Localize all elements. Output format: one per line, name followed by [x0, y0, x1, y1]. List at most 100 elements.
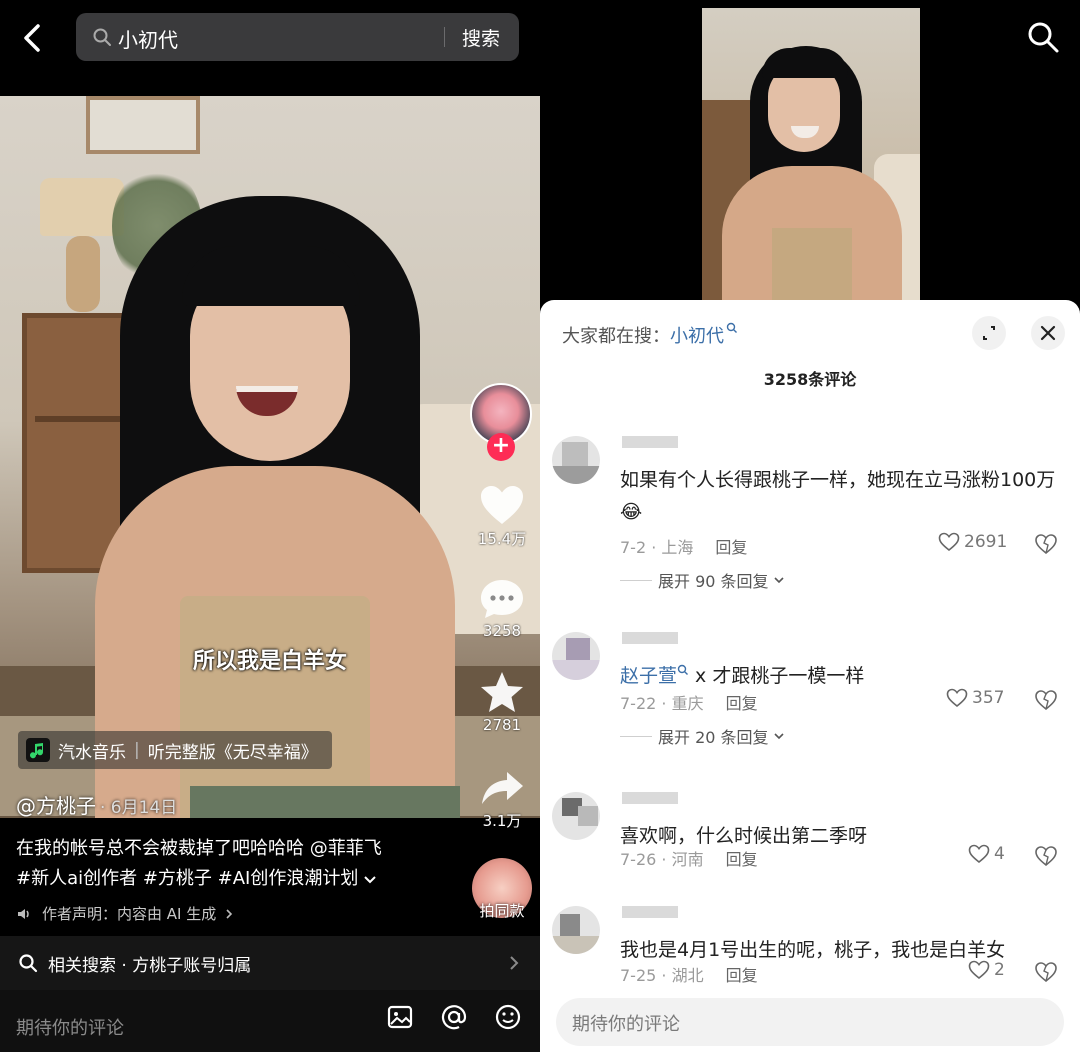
comment-button[interactable]: 3258 — [470, 578, 534, 640]
lamp-base — [66, 236, 100, 312]
image-icon[interactable] — [386, 1003, 414, 1031]
favorite-count: 2781 — [482, 716, 522, 734]
mention-link[interactable]: 赵子萱 — [620, 665, 677, 687]
commenter-name-blurred[interactable] — [622, 632, 678, 644]
search-icon — [677, 664, 689, 675]
commenter-avatar[interactable] — [552, 436, 600, 484]
expand-replies-button[interactable]: 展开 20 条回复 — [620, 724, 786, 748]
expand-replies-button[interactable]: 展开 90 条回复 — [620, 568, 786, 592]
hot-search[interactable]: 大家都在搜：小初代 — [562, 322, 738, 348]
dislike-icon[interactable] — [1034, 689, 1058, 711]
follow-button[interactable]: + — [487, 433, 515, 461]
left-pane: 小初代 搜索 所以我是白羊女 + 15.4万 3258 2781 3.1万 拍同… — [0, 0, 540, 1052]
search-query[interactable]: 小初代 — [118, 24, 178, 53]
emoji-icon[interactable] — [494, 1003, 522, 1031]
comment-text-body: x 才跟桃子一模一样 — [689, 665, 865, 687]
music-listen-full[interactable]: 听完整版《无尽幸福》 — [148, 738, 318, 763]
comment-input[interactable]: 期待你的评论 — [16, 1014, 124, 1040]
author-declaration[interactable]: 作者声明：内容由 AI 生成 — [16, 903, 236, 924]
dislike-icon[interactable] — [1034, 961, 1058, 983]
comment-like-count: 4 — [994, 844, 1005, 864]
music-note-icon — [26, 738, 50, 762]
expand-button[interactable] — [972, 316, 1006, 350]
commenter-avatar[interactable] — [552, 632, 600, 680]
caption-line-2[interactable]: #新人ai创作者 #方桃子 #AI创作浪潮计划 — [16, 864, 358, 894]
commenter-name-blurred[interactable] — [622, 792, 678, 804]
like-count: 15.4万 — [477, 530, 527, 548]
music-app-name: 汽水音乐 — [58, 742, 126, 763]
comment-like-button[interactable]: 2691 — [938, 532, 1007, 552]
commenter-avatar[interactable] — [552, 792, 600, 840]
dislike-icon[interactable] — [1034, 845, 1058, 867]
video-caption: 在我的帐号总不会被裁掉了吧哈哈哈 @菲菲飞 #新人ai创作者 #方桃子 #AI创… — [0, 818, 470, 894]
comment-like-button[interactable]: 4 — [968, 844, 1005, 864]
chevron-down-icon — [773, 577, 784, 584]
music-tag-divider: | — [134, 740, 140, 760]
like-button[interactable]: 15.4万 — [470, 484, 534, 549]
search-icon — [93, 28, 111, 46]
person-skirt — [190, 786, 460, 818]
comment-like-button[interactable]: 357 — [946, 688, 1004, 708]
person-top — [180, 596, 370, 818]
chevron-right-icon — [226, 908, 233, 919]
comment-date: 7-25 · 湖北 — [620, 966, 704, 985]
author-line: @方桃子 · 6月14日 — [16, 790, 177, 819]
back-button[interactable] — [14, 18, 50, 58]
dislike-icon[interactable] — [1034, 533, 1058, 555]
speaker-icon — [18, 908, 29, 919]
chevron-down-icon[interactable] — [362, 871, 378, 887]
music-tag[interactable]: 汽水音乐 | 听完整版《无尽幸福》 — [18, 731, 332, 769]
caption-line-1[interactable]: 在我的帐号总不会被裁掉了吧哈哈哈 @菲菲飞 — [16, 834, 454, 864]
search-submit-button[interactable]: 搜索 — [462, 24, 500, 51]
close-button[interactable] — [1031, 316, 1065, 350]
author-name[interactable]: @方桃子 — [16, 794, 96, 818]
comment-meta: 7-26 · 河南 回复 — [620, 846, 758, 870]
search-icon[interactable] — [1026, 20, 1060, 54]
commenter-avatar[interactable] — [552, 906, 600, 954]
mini-video-player[interactable] — [702, 8, 920, 300]
comment-meta: 7-2 · 上海 回复 — [620, 534, 747, 558]
comment-like-count: 2691 — [964, 532, 1008, 552]
share-button[interactable]: 3.1万 — [470, 768, 534, 831]
comment-like-count: 2 — [994, 960, 1005, 980]
at-icon[interactable] — [440, 1003, 468, 1031]
person-bangs — [182, 246, 360, 306]
heart-icon — [968, 960, 990, 980]
sheet-comment-input[interactable]: 期待你的评论 — [556, 998, 1064, 1046]
expand-replies-label: 展开 20 条回复 — [658, 728, 769, 747]
expand-dash — [620, 735, 652, 737]
comment-meta: 7-22 · 重庆 回复 — [620, 690, 758, 714]
heart-icon — [946, 688, 968, 708]
search-topbar: 小初代 搜索 — [0, 0, 540, 96]
reply-button[interactable]: 回复 — [726, 966, 758, 985]
comment-count-title: 3258条评论 — [763, 370, 857, 389]
hot-search-prefix: 大家都在搜： — [562, 326, 670, 347]
mini-person-top — [772, 228, 852, 300]
share-icon — [482, 772, 523, 804]
video-player[interactable]: 所以我是白羊女 — [0, 96, 540, 818]
search-divider — [444, 27, 445, 47]
reply-button[interactable]: 回复 — [726, 850, 758, 869]
favorite-button[interactable]: 2781 — [470, 670, 534, 734]
commenter-name-blurred[interactable] — [622, 906, 678, 918]
heart-icon — [968, 844, 990, 864]
search-icon — [726, 322, 737, 333]
related-search-bar[interactable]: 相关搜索 · 方桃子账号归属 — [0, 936, 540, 990]
wall-art — [86, 96, 200, 154]
make-same-label[interactable]: 拍同款 — [462, 900, 540, 921]
comment-date: 7-2 · 上海 — [620, 538, 694, 557]
sheet-comment-placeholder: 期待你的评论 — [572, 1014, 680, 1035]
search-box[interactable]: 小初代 搜索 — [76, 13, 519, 61]
star-icon — [481, 672, 523, 712]
commenter-name-blurred[interactable] — [622, 436, 678, 448]
comment-input-bar: 期待你的评论 — [0, 990, 540, 1052]
hot-search-keyword[interactable]: 小初代 — [670, 326, 724, 347]
declaration-text: 作者声明：内容由 AI 生成 — [42, 905, 217, 923]
close-icon — [1040, 325, 1056, 341]
comment-date: 7-26 · 河南 — [620, 850, 704, 869]
comment-like-button[interactable]: 2 — [968, 960, 1005, 980]
reply-button[interactable]: 回复 — [726, 694, 758, 713]
comment-like-count: 357 — [972, 688, 1005, 708]
reply-button[interactable]: 回复 — [715, 538, 747, 557]
heart-icon — [938, 532, 960, 552]
